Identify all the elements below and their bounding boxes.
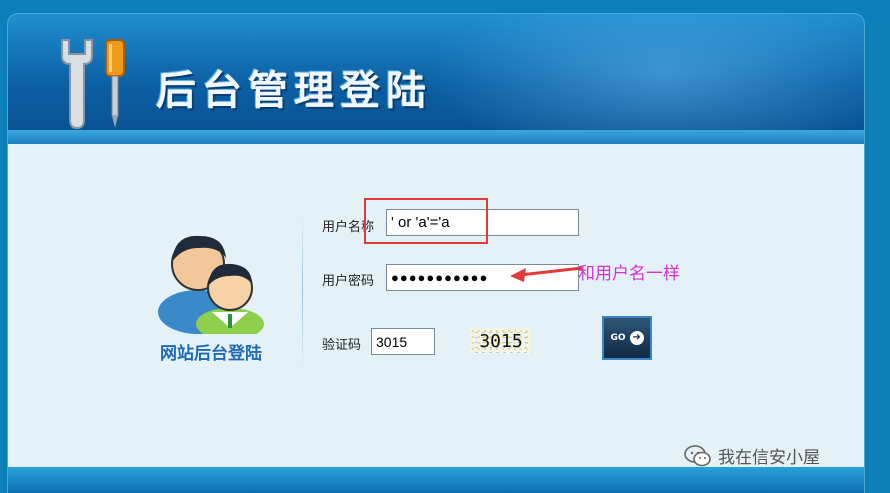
captcha-image[interactable]: 3015: [470, 328, 532, 354]
login-window: 后台管理登陆 网站后台登陆 用户名称 ' or 'a'='a 用户密码 ●●●●…: [8, 14, 864, 493]
header-glow: [424, 14, 864, 144]
footer-bar: [8, 467, 864, 493]
site-title: 网站后台登陆: [160, 344, 262, 364]
watermark: 我在信安小屋: [684, 443, 820, 468]
captcha-value: 3015: [376, 333, 408, 350]
watermark-text: 我在信安小屋: [718, 448, 820, 468]
page-title: 后台管理登陆: [156, 68, 432, 114]
annotation-text: 和用户名一样: [578, 264, 680, 284]
password-label: 用户密码: [322, 274, 375, 289]
header-banner: 后台管理登陆: [8, 14, 864, 144]
password-value: ●●●●●●●●●●●: [391, 270, 489, 285]
captcha-image-text: 3015: [479, 330, 523, 352]
captcha-label: 验证码: [322, 338, 362, 353]
admin-users-icon: [158, 235, 264, 334]
wechat-icon: [684, 444, 711, 466]
header-stripe: [8, 130, 864, 144]
go-button[interactable]: GO ➜: [602, 316, 652, 360]
highlight-box: [364, 198, 488, 244]
captcha-input[interactable]: 3015: [371, 328, 435, 355]
arrow-icon: [510, 266, 583, 282]
wrench-screwdriver-icon: [61, 39, 125, 130]
go-arrow-icon: ➜: [629, 331, 644, 345]
divider: [302, 212, 303, 372]
go-button-label: GO: [610, 333, 626, 343]
